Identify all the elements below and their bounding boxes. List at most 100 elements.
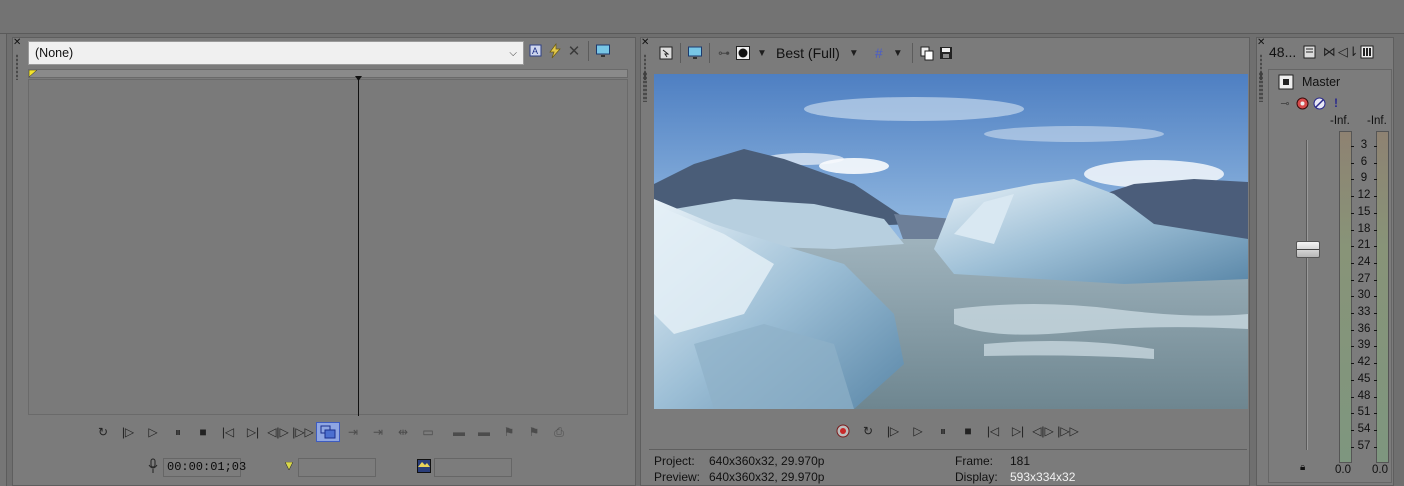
loop-icon[interactable]: ↻ <box>856 421 880 441</box>
play-icon[interactable]: ▷ <box>141 422 165 442</box>
meter-scale-label: 15 <box>1351 206 1377 218</box>
media-select[interactable]: (None) ⌵ <box>28 41 524 65</box>
overlays-dropdown-icon[interactable]: ▼ <box>753 44 771 62</box>
stop-icon[interactable]: ■ <box>191 422 215 442</box>
replace-icon[interactable]: ▬ <box>472 422 496 442</box>
pause-icon[interactable]: ⏸ <box>931 421 955 441</box>
meter-scale-label: 27 <box>1351 273 1377 285</box>
next-frame-icon[interactable]: |▷▷ <box>291 422 315 442</box>
peak-right: -Inf. <box>1367 115 1387 127</box>
record-icon[interactable] <box>831 421 855 441</box>
in-marker-icon <box>29 70 38 78</box>
bus-name: Master <box>1302 75 1341 89</box>
right-edge <box>1398 34 1404 486</box>
drag-handle[interactable] <box>16 54 18 80</box>
drag-handle[interactable] <box>1259 72 1263 102</box>
mixer-settings-icon[interactable] <box>1358 43 1376 61</box>
divider <box>649 449 1247 450</box>
meter-scale-label: 33 <box>1351 306 1377 318</box>
svg-text:A: A <box>532 46 538 56</box>
playhead-triangle-icon <box>355 76 362 81</box>
meter-scale-label: 57 <box>1351 440 1377 452</box>
trimmer-dock-grip[interactable]: ✕ <box>13 38 23 80</box>
go-to-end-icon[interactable]: ▷| <box>241 422 265 442</box>
lock-icon[interactable]: 🔒︎ <box>1300 462 1305 473</box>
split-screen-icon[interactable]: ⊶ <box>715 44 733 62</box>
go-to-start-icon[interactable]: |◁ <box>981 421 1005 441</box>
fit-to-fill-icon[interactable]: ⇹ <box>391 422 415 442</box>
pause-icon[interactable]: ⏸ <box>166 422 190 442</box>
overwrite-icon[interactable]: ▭ <box>416 422 440 442</box>
auto-preview-icon[interactable]: A <box>527 42 545 60</box>
select-region-icon[interactable] <box>316 422 340 442</box>
selection-length-field[interactable] <box>434 458 512 477</box>
lightning-icon[interactable] <box>546 42 564 60</box>
preview-quality-label[interactable]: Best (Full) <box>776 45 840 61</box>
close-window-icon[interactable]: ✕ <box>641 38 651 48</box>
overlays-icon[interactable] <box>734 44 752 62</box>
stop-icon[interactable]: ■ <box>956 421 980 441</box>
add-to-timeline-end-icon[interactable]: ⇥ <box>366 422 390 442</box>
save-snapshot-icon[interactable]: ⎙ <box>547 422 571 442</box>
go-to-end-icon[interactable]: ▷| <box>1006 421 1030 441</box>
previous-frame-icon[interactable]: ◁|▷ <box>1031 421 1055 441</box>
insert-icon[interactable]: ▬ <box>447 422 471 442</box>
selection-start-field[interactable] <box>298 458 376 477</box>
grid-icon[interactable]: # <box>870 44 888 62</box>
downmix-icon[interactable]: ⋈ <box>1320 43 1338 61</box>
meter-scale-label: 39 <box>1351 339 1377 351</box>
marker-icon[interactable]: ⚑ <box>497 422 521 442</box>
volume-fader-handle[interactable] <box>1296 241 1320 258</box>
preview-info-right: Frame: 181 Display: 593x334x32 <box>955 453 1075 485</box>
preview-quality-dropdown-icon[interactable]: ▼ <box>845 44 863 62</box>
previous-frame-icon[interactable]: ◁|▷ <box>266 422 290 442</box>
fader-track[interactable] <box>1306 140 1308 450</box>
play-from-start-icon[interactable]: |▷ <box>881 421 905 441</box>
insert-fx-icon[interactable]: ⊸ <box>1277 94 1293 112</box>
close-x-icon[interactable]: ✕ <box>565 42 583 60</box>
close-window-icon[interactable]: ✕ <box>1257 38 1267 48</box>
meter-scale-label: 21 <box>1351 239 1377 251</box>
play-from-start-icon[interactable]: |▷ <box>116 422 140 442</box>
add-to-timeline-start-icon[interactable]: ⇥ <box>341 422 365 442</box>
copy-snapshot-icon[interactable] <box>918 44 936 62</box>
solo-icon[interactable]: ! <box>1328 94 1344 112</box>
selection-length-icon <box>417 459 431 473</box>
window-top-strip <box>0 0 1404 34</box>
drag-handle[interactable] <box>643 72 647 102</box>
mixer-properties-icon[interactable] <box>1301 43 1319 61</box>
video-frame[interactable] <box>654 74 1248 409</box>
video-fx-icon[interactable] <box>657 44 675 62</box>
sample-rate-label[interactable]: 48... <box>1269 44 1296 60</box>
trimmer-canvas[interactable] <box>28 76 628 416</box>
meter-scale-label: 45 <box>1351 373 1377 385</box>
go-to-start-icon[interactable]: |◁ <box>216 422 240 442</box>
loop-icon[interactable]: ↻ <box>91 422 115 442</box>
close-window-icon[interactable]: ✕ <box>13 38 23 48</box>
timecode-display[interactable]: 00:00:01;03 <box>163 458 246 477</box>
meter-scale-label: 9 <box>1351 172 1377 184</box>
playhead-cursor[interactable] <box>358 77 359 416</box>
save-snapshot-icon[interactable] <box>937 44 955 62</box>
dim-output-icon[interactable]: ◁⇂ <box>1338 43 1359 61</box>
play-icon[interactable]: ▷ <box>906 421 930 441</box>
chevron-down-icon: ⌵ <box>509 47 517 59</box>
next-frame-icon[interactable]: |▷▷ <box>1056 421 1080 441</box>
mute-icon[interactable] <box>1311 94 1327 112</box>
meter-scale-label: 3 <box>1351 139 1377 151</box>
display-label: Display: <box>955 470 998 484</box>
meter-scale: 3 6 9 12 15 18 21 24 27 30 33 36 39 42 45 48 51 54 57 <box>1351 139 1377 459</box>
meter-scale-label: 48 <box>1351 390 1377 402</box>
meter-scale-label: 30 <box>1351 289 1377 301</box>
fx-chain-icon[interactable] <box>1294 94 1310 112</box>
region-icon[interactable]: ⚑ <box>522 422 546 442</box>
trimmer-ruler[interactable] <box>28 69 628 78</box>
frame-value: 181 <box>1010 454 1031 468</box>
monitor-icon[interactable] <box>594 42 612 60</box>
project-label: Project: <box>654 454 695 468</box>
grid-dropdown-icon[interactable]: ▼ <box>889 44 907 62</box>
external-monitor-icon[interactable] <box>686 44 704 62</box>
frame-label: Frame: <box>955 454 994 468</box>
meter-scale-label: 54 <box>1351 423 1377 435</box>
project-value: 640x360x32, 29.970p <box>709 454 825 468</box>
